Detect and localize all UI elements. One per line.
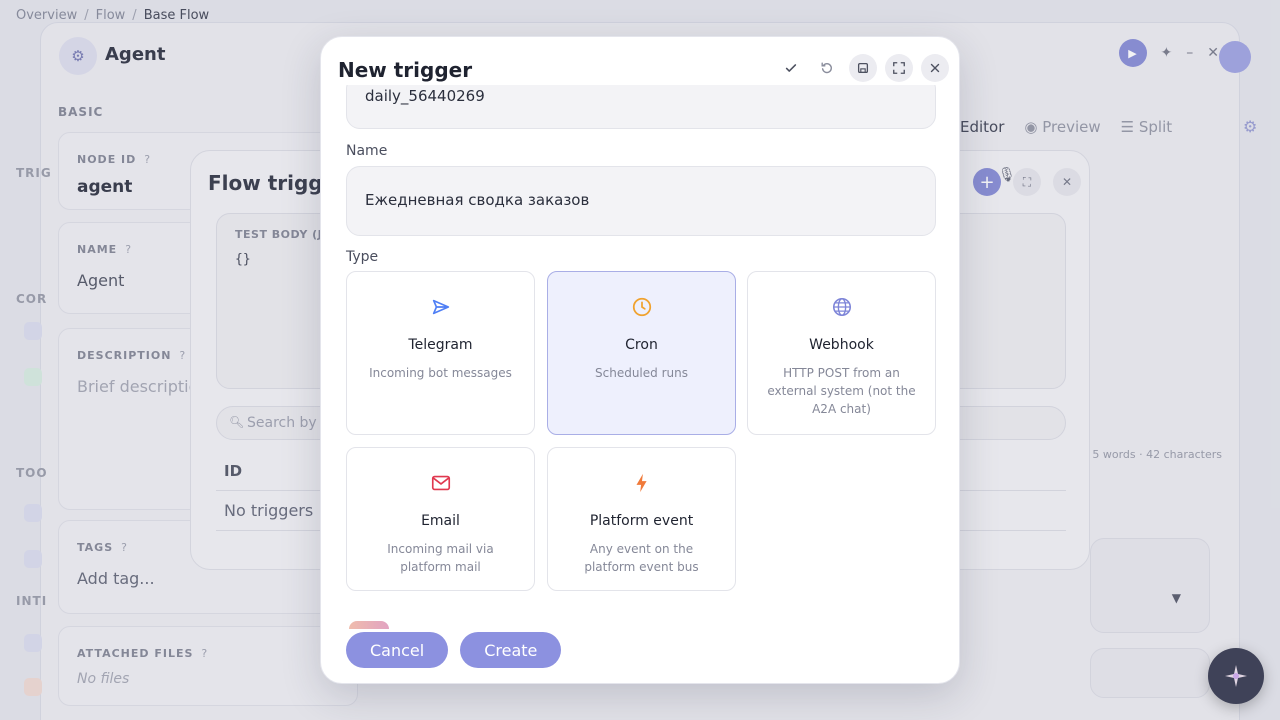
assistant-button[interactable] bbox=[1208, 648, 1264, 704]
cancel-button[interactable]: Cancel bbox=[346, 632, 449, 668]
clock-icon bbox=[548, 296, 735, 320]
trigger-id-value: daily_56440269 bbox=[365, 87, 485, 105]
type-title: Telegram bbox=[408, 337, 473, 353]
type-desc: Scheduled runs bbox=[595, 366, 688, 380]
globe-icon bbox=[748, 296, 935, 320]
send-icon bbox=[347, 296, 534, 320]
mail-icon bbox=[347, 472, 534, 496]
bolt-icon bbox=[548, 472, 735, 496]
type-card-cron[interactable]: Cron Scheduled runs bbox=[547, 271, 736, 435]
type-desc: Incoming mail via platform mail bbox=[387, 542, 494, 574]
create-button[interactable]: Create bbox=[460, 632, 562, 668]
trigger-id-input[interactable]: daily_56440269 bbox=[346, 85, 936, 129]
type-card-email[interactable]: Email Incoming mail via platform mail bbox=[346, 447, 535, 591]
type-title: Cron bbox=[625, 337, 658, 353]
new-trigger-title: New trigger bbox=[338, 58, 473, 82]
scroll-peek bbox=[349, 621, 389, 629]
type-card-platform-event[interactable]: Platform event Any event on the platform… bbox=[547, 447, 736, 591]
type-desc: Any event on the platform event bus bbox=[584, 542, 699, 574]
new-trigger-form: daily_56440269 Name Ежедневная сводка за… bbox=[321, 85, 959, 623]
type-card-telegram[interactable]: Telegram Incoming bot messages bbox=[346, 271, 535, 435]
type-title: Webhook bbox=[809, 337, 874, 353]
trigger-name-value: Ежедневная сводка заказов bbox=[365, 191, 590, 209]
trigger-name-input[interactable]: Ежедневная сводка заказов bbox=[346, 166, 936, 236]
reset-icon[interactable] bbox=[813, 54, 841, 82]
type-desc: HTTP POST from an external system (not t… bbox=[767, 366, 916, 416]
name-label: Name bbox=[346, 143, 388, 159]
type-title: Platform event bbox=[589, 513, 694, 529]
check-icon[interactable] bbox=[777, 54, 805, 82]
new-trigger-footer: Cancel Create bbox=[346, 632, 562, 668]
close-icon[interactable] bbox=[921, 54, 949, 82]
save-icon[interactable] bbox=[849, 54, 877, 82]
new-trigger-modal: New trigger daily_56440269 Name Ежедневн… bbox=[320, 36, 960, 684]
type-desc: Incoming bot messages bbox=[369, 366, 512, 380]
new-trigger-actions bbox=[777, 54, 949, 82]
sparkle-icon bbox=[1225, 665, 1247, 687]
fullscreen-icon[interactable] bbox=[885, 54, 913, 82]
type-card-webhook[interactable]: Webhook HTTP POST from an external syste… bbox=[747, 271, 936, 435]
type-label: Type bbox=[346, 249, 379, 265]
type-title: Email bbox=[421, 513, 460, 529]
